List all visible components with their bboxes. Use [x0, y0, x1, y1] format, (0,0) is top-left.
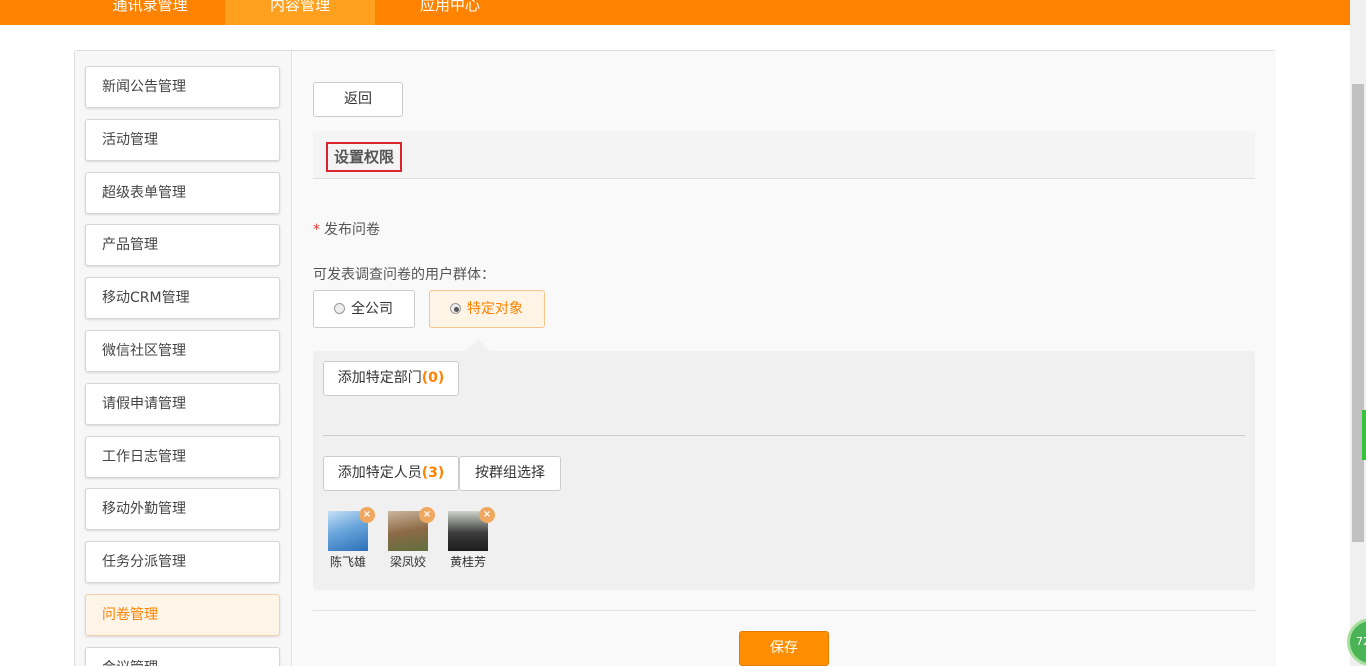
- sidebar: 新闻公告管理 活动管理 超级表单管理 产品管理 移动CRM管理 微信社区管理 请…: [75, 51, 292, 666]
- person-name: 陈飞雄: [329, 555, 366, 569]
- avatar: ×: [388, 507, 435, 551]
- sidebar-item-leave-requests[interactable]: 请假申请管理: [85, 383, 280, 425]
- add-person-button[interactable]: 添加特定人员(3): [323, 456, 459, 491]
- sidebar-item-super-forms[interactable]: 超级表单管理: [85, 172, 280, 214]
- required-mark: *: [313, 222, 320, 238]
- page-scrollbar[interactable]: [1350, 0, 1366, 666]
- sidebar-item-activities[interactable]: 活动管理: [85, 119, 280, 161]
- radio-icon: [334, 303, 345, 314]
- section-title: 设置权限: [326, 142, 403, 172]
- user-group-label: 可发表调查问卷的用户群体：: [313, 267, 495, 283]
- add-department-label: 添加特定部门: [337, 370, 422, 386]
- section-header: 设置权限: [313, 131, 1255, 179]
- panel-pointer: [466, 339, 490, 351]
- selected-person: × 黄桂芳: [445, 507, 495, 570]
- sidebar-item-field-work[interactable]: 移动外勤管理: [85, 488, 280, 530]
- panel-divider: [323, 435, 1245, 436]
- person-name: 黄桂芳: [449, 555, 486, 569]
- back-button[interactable]: 返回: [313, 82, 403, 117]
- content-area: 返回 设置权限 * 发布问卷 可发表调查问卷的用户群体： 全公司 特定对象 添加特…: [293, 51, 1276, 666]
- sidebar-item-wechat-community[interactable]: 微信社区管理: [85, 330, 280, 372]
- top-nav-item-apps[interactable]: 应用中心: [375, 0, 525, 25]
- person-count: (3): [421, 465, 445, 481]
- selected-person: × 梁凤姣: [385, 507, 435, 570]
- sidebar-item-work-logs[interactable]: 工作日志管理: [85, 436, 280, 478]
- top-nav-bar: 通讯录管理 内容管理 应用中心: [0, 0, 1350, 25]
- radio-whole-company-label: 全公司: [351, 301, 393, 317]
- top-nav-item-content[interactable]: 内容管理: [225, 0, 375, 25]
- top-nav: 通讯录管理 内容管理 应用中心: [75, 0, 525, 25]
- select-by-group-button[interactable]: 按群组选择: [459, 456, 561, 491]
- remove-icon[interactable]: ×: [479, 507, 495, 523]
- sidebar-item-mobile-crm[interactable]: 移动CRM管理: [85, 277, 280, 319]
- sidebar-item-products[interactable]: 产品管理: [85, 224, 280, 266]
- side-tab-indicator[interactable]: [1362, 410, 1366, 460]
- main-card: 新闻公告管理 活动管理 超级表单管理 产品管理 移动CRM管理 微信社区管理 请…: [74, 50, 1276, 666]
- save-button[interactable]: 保存: [739, 631, 829, 666]
- department-count: (0): [421, 370, 445, 386]
- avatar: ×: [448, 507, 495, 551]
- add-person-label: 添加特定人员: [337, 465, 422, 481]
- specific-targets-panel: 添加特定部门(0) 添加特定人员(3) 按群组选择 × 陈飞雄 × 梁凤姣 × …: [313, 339, 1255, 590]
- publish-questionnaire-label: * 发布问卷: [313, 219, 380, 239]
- sidebar-item-meetings[interactable]: 会议管理: [85, 647, 280, 666]
- remove-icon[interactable]: ×: [419, 507, 435, 523]
- person-name: 梁凤姣: [389, 555, 426, 569]
- publish-questionnaire-text: 发布问卷: [324, 222, 380, 238]
- sidebar-item-task-dispatch[interactable]: 任务分派管理: [85, 541, 280, 583]
- bottom-divider: [313, 610, 1255, 611]
- selected-person: × 陈飞雄: [325, 507, 375, 570]
- add-department-button[interactable]: 添加特定部门(0): [323, 361, 459, 396]
- radio-whole-company[interactable]: 全公司: [313, 290, 415, 328]
- sidebar-item-questionnaires[interactable]: 问卷管理: [85, 594, 280, 636]
- radio-specific-targets-label: 特定对象: [467, 301, 523, 317]
- remove-icon[interactable]: ×: [359, 507, 375, 523]
- sidebar-item-news[interactable]: 新闻公告管理: [85, 66, 280, 108]
- radio-specific-targets[interactable]: 特定对象: [429, 290, 545, 328]
- scrollbar-thumb[interactable]: [1352, 84, 1364, 542]
- avatar: ×: [328, 507, 375, 551]
- top-nav-item-contacts[interactable]: 通讯录管理: [75, 0, 225, 25]
- radio-checked-icon: [450, 303, 461, 314]
